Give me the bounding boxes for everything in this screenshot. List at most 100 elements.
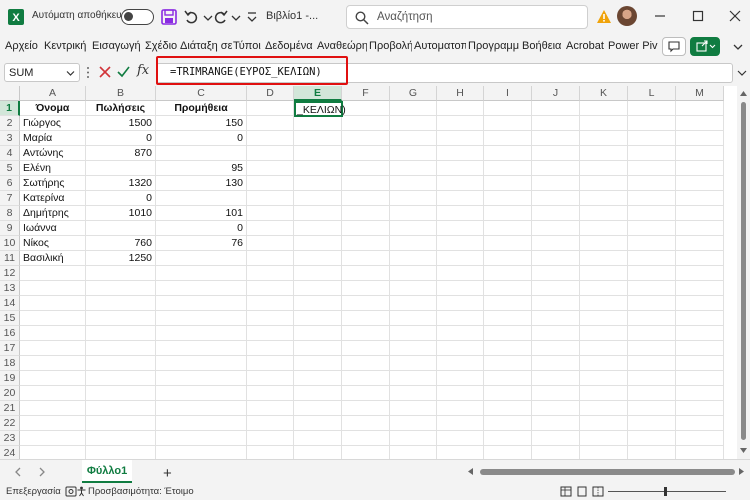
cell-j2[interactable] xyxy=(532,116,580,131)
cell-i11[interactable] xyxy=(484,251,532,266)
cell-h4[interactable] xyxy=(437,146,484,161)
cell-f17[interactable] xyxy=(342,341,390,356)
cell-i6[interactable] xyxy=(484,176,532,191)
cell-m14[interactable] xyxy=(676,296,724,311)
cell-c5[interactable]: 95 xyxy=(156,161,247,176)
cell-l5[interactable] xyxy=(628,161,676,176)
cell-a10[interactable]: Νίκος xyxy=(20,236,86,251)
zoom-slider-handle[interactable] xyxy=(664,487,667,496)
column-header-i[interactable]: I xyxy=(484,86,532,101)
cell-h15[interactable] xyxy=(437,311,484,326)
cell-k18[interactable] xyxy=(580,356,628,371)
cell-c13[interactable] xyxy=(156,281,247,296)
cell-e21[interactable] xyxy=(294,401,342,416)
accessibility-status[interactable]: Προσβασιμότητα: Έτοιμο xyxy=(88,486,194,497)
cell-i21[interactable] xyxy=(484,401,532,416)
cell-d16[interactable] xyxy=(247,326,294,341)
cell-l6[interactable] xyxy=(628,176,676,191)
row-header-21[interactable]: 21 xyxy=(0,401,20,416)
cell-b1[interactable]: Πωλήσεις xyxy=(86,101,156,116)
cell-f6[interactable] xyxy=(342,176,390,191)
cell-h16[interactable] xyxy=(437,326,484,341)
cell-i14[interactable] xyxy=(484,296,532,311)
cell-m4[interactable] xyxy=(676,146,724,161)
cell-m9[interactable] xyxy=(676,221,724,236)
cell-e13[interactable] xyxy=(294,281,342,296)
cell-g22[interactable] xyxy=(390,416,437,431)
cancel-icon[interactable] xyxy=(99,66,111,78)
cell-h13[interactable] xyxy=(437,281,484,296)
cell-d2[interactable] xyxy=(247,116,294,131)
cell-c12[interactable] xyxy=(156,266,247,281)
cell-l15[interactable] xyxy=(628,311,676,326)
cell-d10[interactable] xyxy=(247,236,294,251)
column-header-e[interactable]: E xyxy=(294,86,342,101)
cell-c9[interactable]: 0 xyxy=(156,221,247,236)
cell-l22[interactable] xyxy=(628,416,676,431)
cell-e17[interactable] xyxy=(294,341,342,356)
cell-d11[interactable] xyxy=(247,251,294,266)
cell-l23[interactable] xyxy=(628,431,676,446)
vertical-scroll-thumb[interactable] xyxy=(741,102,746,440)
cell-l9[interactable] xyxy=(628,221,676,236)
tab-view[interactable]: Προβολή xyxy=(369,40,412,52)
cell-d23[interactable] xyxy=(247,431,294,446)
cell-h3[interactable] xyxy=(437,131,484,146)
cell-f24[interactable] xyxy=(342,446,390,459)
cell-k12[interactable] xyxy=(580,266,628,281)
expand-formula-bar-icon[interactable] xyxy=(737,69,747,77)
cell-j8[interactable] xyxy=(532,206,580,221)
cell-l2[interactable] xyxy=(628,116,676,131)
tab-review[interactable]: Αναθεώρη xyxy=(317,40,367,52)
cell-c16[interactable] xyxy=(156,326,247,341)
scroll-right-icon[interactable] xyxy=(739,468,744,475)
row-header-24[interactable]: 24 xyxy=(0,446,20,459)
cell-c23[interactable] xyxy=(156,431,247,446)
cell-e10[interactable] xyxy=(294,236,342,251)
column-header-g[interactable]: G xyxy=(390,86,437,101)
cell-e1[interactable]: _ΚΕΛΙΩΝ) xyxy=(294,101,346,117)
cell-b19[interactable] xyxy=(86,371,156,386)
cell-j7[interactable] xyxy=(532,191,580,206)
cell-k21[interactable] xyxy=(580,401,628,416)
cell-j5[interactable] xyxy=(532,161,580,176)
row-header-17[interactable]: 17 xyxy=(0,341,20,356)
select-all-corner[interactable] xyxy=(0,86,20,101)
cell-e14[interactable] xyxy=(294,296,342,311)
cell-b13[interactable] xyxy=(86,281,156,296)
cell-k15[interactable] xyxy=(580,311,628,326)
cell-b18[interactable] xyxy=(86,356,156,371)
cell-b23[interactable] xyxy=(86,431,156,446)
cell-h17[interactable] xyxy=(437,341,484,356)
cell-d17[interactable] xyxy=(247,341,294,356)
page-layout-view-icon[interactable] xyxy=(576,486,588,497)
cell-b8[interactable]: 1010 xyxy=(86,206,156,221)
cell-f4[interactable] xyxy=(342,146,390,161)
cell-d24[interactable] xyxy=(247,446,294,459)
cell-l13[interactable] xyxy=(628,281,676,296)
column-header-m[interactable]: M xyxy=(676,86,724,101)
more-options-icon[interactable] xyxy=(86,66,90,79)
cell-h10[interactable] xyxy=(437,236,484,251)
cell-e18[interactable] xyxy=(294,356,342,371)
row-header-4[interactable]: 4 xyxy=(0,146,20,161)
cell-f10[interactable] xyxy=(342,236,390,251)
add-sheet-button[interactable]: + xyxy=(163,465,172,482)
cell-c2[interactable]: 150 xyxy=(156,116,247,131)
cell-g20[interactable] xyxy=(390,386,437,401)
cell-d8[interactable] xyxy=(247,206,294,221)
cell-h2[interactable] xyxy=(437,116,484,131)
cell-l19[interactable] xyxy=(628,371,676,386)
cell-m17[interactable] xyxy=(676,341,724,356)
cell-m1[interactable] xyxy=(676,101,724,116)
cell-i19[interactable] xyxy=(484,371,532,386)
cell-g11[interactable] xyxy=(390,251,437,266)
cell-e24[interactable] xyxy=(294,446,342,459)
cell-f7[interactable] xyxy=(342,191,390,206)
cell-f3[interactable] xyxy=(342,131,390,146)
cell-a1[interactable]: Όνομα xyxy=(20,101,86,116)
cell-d18[interactable] xyxy=(247,356,294,371)
cell-e2[interactable] xyxy=(294,116,342,131)
cell-a3[interactable]: Μαρία xyxy=(20,131,86,146)
cell-l1[interactable] xyxy=(628,101,676,116)
